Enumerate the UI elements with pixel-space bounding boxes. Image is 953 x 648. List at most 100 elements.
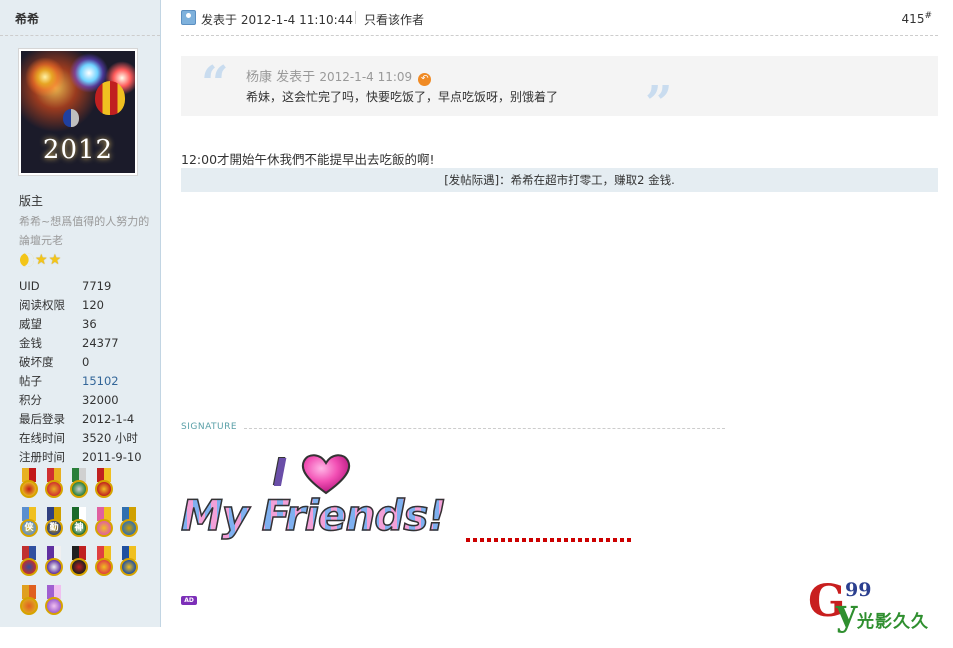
medal-row [18, 468, 146, 502]
post-body-text: 12:00才開始午休我們不能提早出去吃飯的啊! [181, 152, 435, 167]
stat-label: 破坏度 [19, 354, 54, 369]
medal-disc [95, 558, 113, 576]
stat-label: 金钱 [19, 335, 42, 350]
avatar-year-text: 2012 [42, 135, 114, 165]
heart-icon [301, 454, 351, 495]
medal-glyph: 勤 [49, 523, 59, 533]
signature-cutoff-text [466, 538, 632, 542]
stat-value: 3520 小时 [82, 430, 138, 445]
post-header: 发表于 2012-1-4 11:10:44 只看该作者 415# [181, 8, 938, 36]
rank-stars: ★ ★ [18, 251, 61, 269]
medal-list: 侠勤神 [18, 468, 146, 624]
medal-disc [120, 558, 138, 576]
signature-image-text: My Friends! [180, 491, 447, 540]
quote-block: “ 杨康 发表于 2012-1-4 11:09 ↶ 希妹，这会忙完了吗，快要吃饭… [181, 56, 938, 128]
avatar[interactable]: 2012 [18, 48, 138, 176]
medal-row [18, 585, 146, 619]
medal-disc [45, 480, 63, 498]
medal-icon[interactable] [68, 468, 90, 502]
quote-text: 希妹，这会忙完了吗，快要吃饭了，早点吃饭呀，别饿着了 [246, 90, 559, 104]
stat-row: 金钱 24377 [19, 333, 154, 352]
hot-air-balloon-small [63, 109, 79, 127]
floor-number[interactable]: 415# [902, 11, 932, 26]
sidebar-divider [0, 35, 160, 36]
close-quote-icon: ” [645, 76, 673, 132]
open-quote-icon: “ [201, 56, 229, 112]
signature-label: SIGNATURE [181, 422, 238, 432]
medal-icon[interactable] [118, 546, 140, 580]
signature-divider [244, 428, 725, 429]
post-event-notice: [发帖际遇]：希希在超市打零工，赚取2 金钱. [181, 168, 938, 192]
floor-number-value: 415 [901, 12, 925, 26]
stat-label: 积分 [19, 392, 42, 407]
stat-row: 在线时间 3520 小时 [19, 428, 154, 447]
stat-value: 2011-9-10 [82, 449, 142, 464]
medal-glyph: 侠 [24, 523, 34, 533]
stat-label: 最后登录 [19, 411, 65, 426]
medal-disc [20, 480, 38, 498]
medal-disc [20, 597, 38, 615]
medal-icon[interactable] [68, 546, 90, 580]
medal-icon[interactable] [118, 507, 140, 541]
signature-image: I My Friends! [180, 447, 457, 543]
medal-icon[interactable] [93, 507, 115, 541]
medal-disc [70, 558, 88, 576]
watermark-y: y [836, 592, 857, 634]
moon-icon [18, 251, 36, 269]
stat-value: 2012-1-4 [82, 411, 135, 426]
quote-time: 2012-1-4 11:09 [319, 70, 413, 84]
jump-to-quote-icon[interactable]: ↶ [418, 73, 432, 86]
stat-label: 威望 [19, 316, 42, 331]
quote-posted-label: 发表于 [276, 70, 316, 85]
user-stats: UID 7719 阅读权限 120 威望 36 金钱 24377 破坏度 0 帖子 1510… [19, 276, 154, 466]
user-custom-title: 希希~想爲值得的人努力的論壇元老 [19, 215, 150, 247]
medal-disc [45, 558, 63, 576]
stat-row: 阅读权限 120 [19, 295, 154, 314]
stat-label: 阅读权限 [19, 297, 65, 312]
medal-disc [95, 480, 113, 498]
medal-icon[interactable] [93, 546, 115, 580]
ad-badge[interactable]: AD [181, 596, 197, 605]
medal-disc [45, 597, 63, 615]
post-timestamp: 发表于 2012-1-4 11:10:44 [201, 13, 353, 27]
stat-value: 0 [82, 354, 90, 369]
firework-1 [25, 57, 65, 97]
quote-author: 杨康 [246, 70, 273, 85]
floor-mark: # [924, 11, 932, 21]
medal-icon[interactable]: 侠 [18, 507, 40, 541]
medal-icon[interactable] [18, 546, 40, 580]
medal-row: 侠勤神 [18, 507, 146, 541]
medal-disc [95, 519, 113, 537]
author-username[interactable]: 希希 [15, 10, 39, 27]
stat-label: 注册时间 [19, 449, 65, 464]
medal-icon[interactable]: 神 [68, 507, 90, 541]
stat-row: UID 7719 [19, 276, 154, 295]
medal-icon[interactable] [43, 468, 65, 502]
avatar-image: 2012 [21, 51, 135, 173]
only-author-link[interactable]: 只看该作者 [364, 11, 424, 28]
medal-icon[interactable] [43, 585, 65, 619]
medal-glyph: 神 [74, 523, 84, 533]
stat-row: 帖子 15102 [19, 371, 154, 390]
hot-air-balloon [95, 81, 125, 115]
medal-disc: 勤 [45, 519, 63, 537]
quote-meta: 杨康 发表于 2012-1-4 11:09 ↶ [246, 66, 432, 86]
stat-value: 7719 [82, 278, 112, 293]
medal-icon[interactable]: 勤 [43, 507, 65, 541]
stat-label: UID [19, 278, 40, 293]
medal-icon[interactable] [93, 468, 115, 502]
stat-value: 24377 [82, 335, 119, 350]
posts-count-link[interactable]: 15102 [82, 374, 119, 388]
stat-row: 注册时间 2011-9-10 [19, 447, 154, 466]
online-status-icon [181, 10, 196, 25]
medal-disc [20, 558, 38, 576]
stat-row: 破坏度 0 [19, 352, 154, 371]
medal-icon[interactable] [43, 546, 65, 580]
medal-row [18, 546, 146, 580]
medal-disc: 侠 [20, 519, 38, 537]
user-rank[interactable]: 版主 [19, 192, 43, 209]
stat-row: 积分 32000 [19, 390, 154, 409]
medal-icon[interactable] [18, 585, 40, 619]
medal-icon[interactable] [18, 468, 40, 502]
medal-disc: 神 [70, 519, 88, 537]
